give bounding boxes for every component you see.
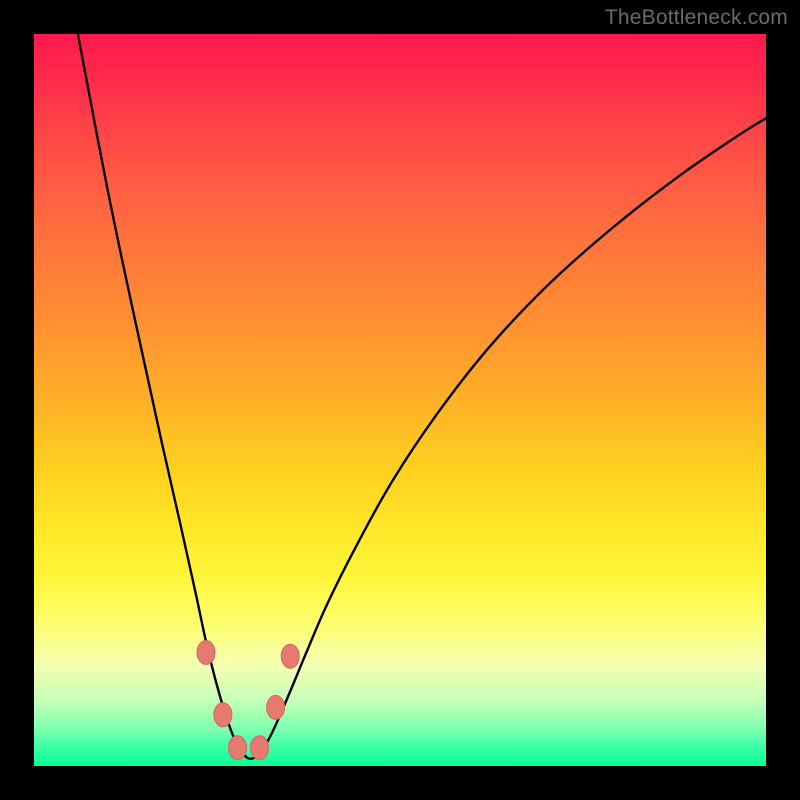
dot-mid-right xyxy=(251,736,269,760)
dot-mid-left xyxy=(229,736,247,760)
dot-right-upper xyxy=(281,644,299,668)
dot-right-lower xyxy=(267,695,285,719)
dot-left-lower xyxy=(214,703,232,727)
marker-group xyxy=(197,641,299,760)
dot-left-upper xyxy=(197,641,215,665)
outer-frame: TheBottleneck.com xyxy=(0,0,800,800)
plot-area xyxy=(34,34,766,766)
chart-svg xyxy=(34,34,766,766)
bottleneck-curve xyxy=(78,34,766,759)
watermark-text: TheBottleneck.com xyxy=(605,6,788,30)
